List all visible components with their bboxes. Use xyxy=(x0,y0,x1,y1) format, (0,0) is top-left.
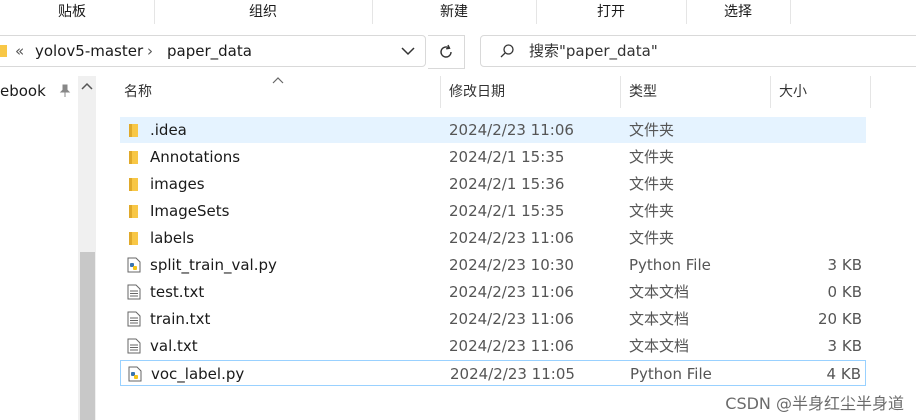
file-date: 2024/2/23 11:06 xyxy=(449,229,574,247)
python-file-icon xyxy=(127,257,141,273)
column-header-date[interactable]: 修改日期 xyxy=(449,76,505,108)
search-box[interactable]: 搜索"paper_data" xyxy=(480,35,916,67)
file-size: 4 KB xyxy=(826,365,861,383)
file-date: 2024/2/1 15:36 xyxy=(449,175,565,193)
column-divider[interactable] xyxy=(440,76,441,108)
file-row[interactable]: .idea 2024/2/23 11:06 文件夹 xyxy=(120,117,866,143)
file-type: 文本文档 xyxy=(629,310,690,328)
ribbon-group-open: 打开 xyxy=(536,0,687,24)
folder-icon xyxy=(129,232,138,245)
folder-icon xyxy=(129,151,138,164)
file-date: 2024/2/23 11:06 xyxy=(449,121,574,139)
column-header-name[interactable]: 名称 xyxy=(124,76,152,108)
ribbon-group-new: 新建 xyxy=(372,0,537,24)
file-type: 文件夹 xyxy=(629,148,675,166)
file-name: images xyxy=(150,175,205,193)
file-name: ImageSets xyxy=(150,202,230,220)
file-name: voc_label.py xyxy=(151,365,245,383)
address-overflow-chevron[interactable]: « xyxy=(15,36,24,66)
file-row[interactable]: split_train_val.py 2024/2/23 10:30 Python … xyxy=(120,252,866,278)
file-row[interactable]: voc_label.py 2024/2/23 11:05 Python File 4 … xyxy=(120,360,866,386)
file-type: Python File xyxy=(629,256,711,274)
file-row[interactable]: labels 2024/2/23 11:06 文件夹 xyxy=(120,225,866,251)
pin-icon[interactable] xyxy=(58,84,72,98)
nav-item-label[interactable]: ebook xyxy=(0,82,46,100)
address-row: « yolov5-master › paper_data 搜索"paper_da… xyxy=(0,24,916,76)
column-divider[interactable] xyxy=(870,76,871,108)
text-file-icon xyxy=(127,311,141,327)
file-row[interactable]: val.txt 2024/2/23 11:06 文本文档 3 KB xyxy=(120,333,866,359)
ribbon-group-clipboard: 贴板 xyxy=(0,0,155,24)
text-file-icon xyxy=(127,284,141,300)
nav-scrollbar-thumb[interactable] xyxy=(80,252,95,420)
breadcrumb-paper-data[interactable]: paper_data xyxy=(167,36,252,66)
refresh-button[interactable] xyxy=(428,35,465,69)
file-size: 3 KB xyxy=(827,337,862,355)
column-divider[interactable] xyxy=(770,76,771,108)
watermark: CSDN @半身红尘半身道 xyxy=(725,394,904,413)
file-name: split_train_val.py xyxy=(150,256,277,274)
scroll-up-arrow-icon[interactable] xyxy=(81,82,93,90)
file-row[interactable]: train.txt 2024/2/23 11:06 文本文档 20 KB xyxy=(120,306,866,332)
file-name: labels xyxy=(150,229,195,247)
text-file-icon xyxy=(127,338,141,354)
column-header-size[interactable]: 大小 xyxy=(779,76,807,108)
file-size: 0 KB xyxy=(827,283,862,301)
ribbon-group-organize: 组织 xyxy=(154,0,373,24)
file-name: Annotations xyxy=(150,148,241,166)
search-icon xyxy=(500,44,514,58)
file-date: 2024/2/1 15:35 xyxy=(449,202,565,220)
chevron-down-icon[interactable] xyxy=(401,46,415,56)
folder-icon xyxy=(129,124,138,137)
file-date: 2024/2/23 11:06 xyxy=(449,283,574,301)
file-row[interactable]: test.txt 2024/2/23 11:06 文本文档 0 KB xyxy=(120,279,866,305)
file-size: 20 KB xyxy=(818,310,862,328)
python-file-icon xyxy=(128,366,142,382)
ribbon-group-bar: 贴板 组织 新建 打开 选择 xyxy=(0,0,916,25)
folder-icon xyxy=(129,205,138,218)
file-type: 文本文档 xyxy=(629,283,690,301)
breadcrumb-separator[interactable]: › xyxy=(147,36,153,66)
refresh-icon xyxy=(440,44,452,58)
ribbon-group-select: 选择 xyxy=(686,0,791,24)
folder-icon xyxy=(129,178,138,191)
file-name: train.txt xyxy=(150,310,211,328)
sort-ascending-icon xyxy=(272,77,284,84)
file-type: 文件夹 xyxy=(629,229,675,247)
file-name: val.txt xyxy=(150,337,198,355)
file-type: Python File xyxy=(630,365,712,383)
file-date: 2024/2/23 10:30 xyxy=(449,256,574,274)
file-date: 2024/2/23 11:05 xyxy=(450,365,575,383)
folder-icon xyxy=(0,45,7,57)
breadcrumb-yolov5-master[interactable]: yolov5-master xyxy=(35,36,143,66)
column-header-type[interactable]: 类型 xyxy=(629,76,657,108)
file-type: 文件夹 xyxy=(629,121,675,139)
search-input[interactable]: 搜索"paper_data" xyxy=(529,36,658,66)
file-row[interactable]: images 2024/2/1 15:36 文件夹 xyxy=(120,171,866,197)
file-type: 文件夹 xyxy=(629,175,675,193)
file-date: 2024/2/23 11:06 xyxy=(449,310,574,328)
address-bar[interactable]: « yolov5-master › paper_data xyxy=(0,35,426,67)
file-row[interactable]: Annotations 2024/2/1 15:35 文件夹 xyxy=(120,144,866,170)
file-name: test.txt xyxy=(150,283,205,301)
file-name: .idea xyxy=(150,121,187,139)
file-row[interactable]: ImageSets 2024/2/1 15:35 文件夹 xyxy=(120,198,866,224)
file-date: 2024/2/23 11:06 xyxy=(449,337,574,355)
file-date: 2024/2/1 15:35 xyxy=(449,148,565,166)
file-type: 文本文档 xyxy=(629,337,690,355)
file-size: 3 KB xyxy=(827,256,862,274)
column-divider[interactable] xyxy=(620,76,621,108)
file-type: 文件夹 xyxy=(629,202,675,220)
